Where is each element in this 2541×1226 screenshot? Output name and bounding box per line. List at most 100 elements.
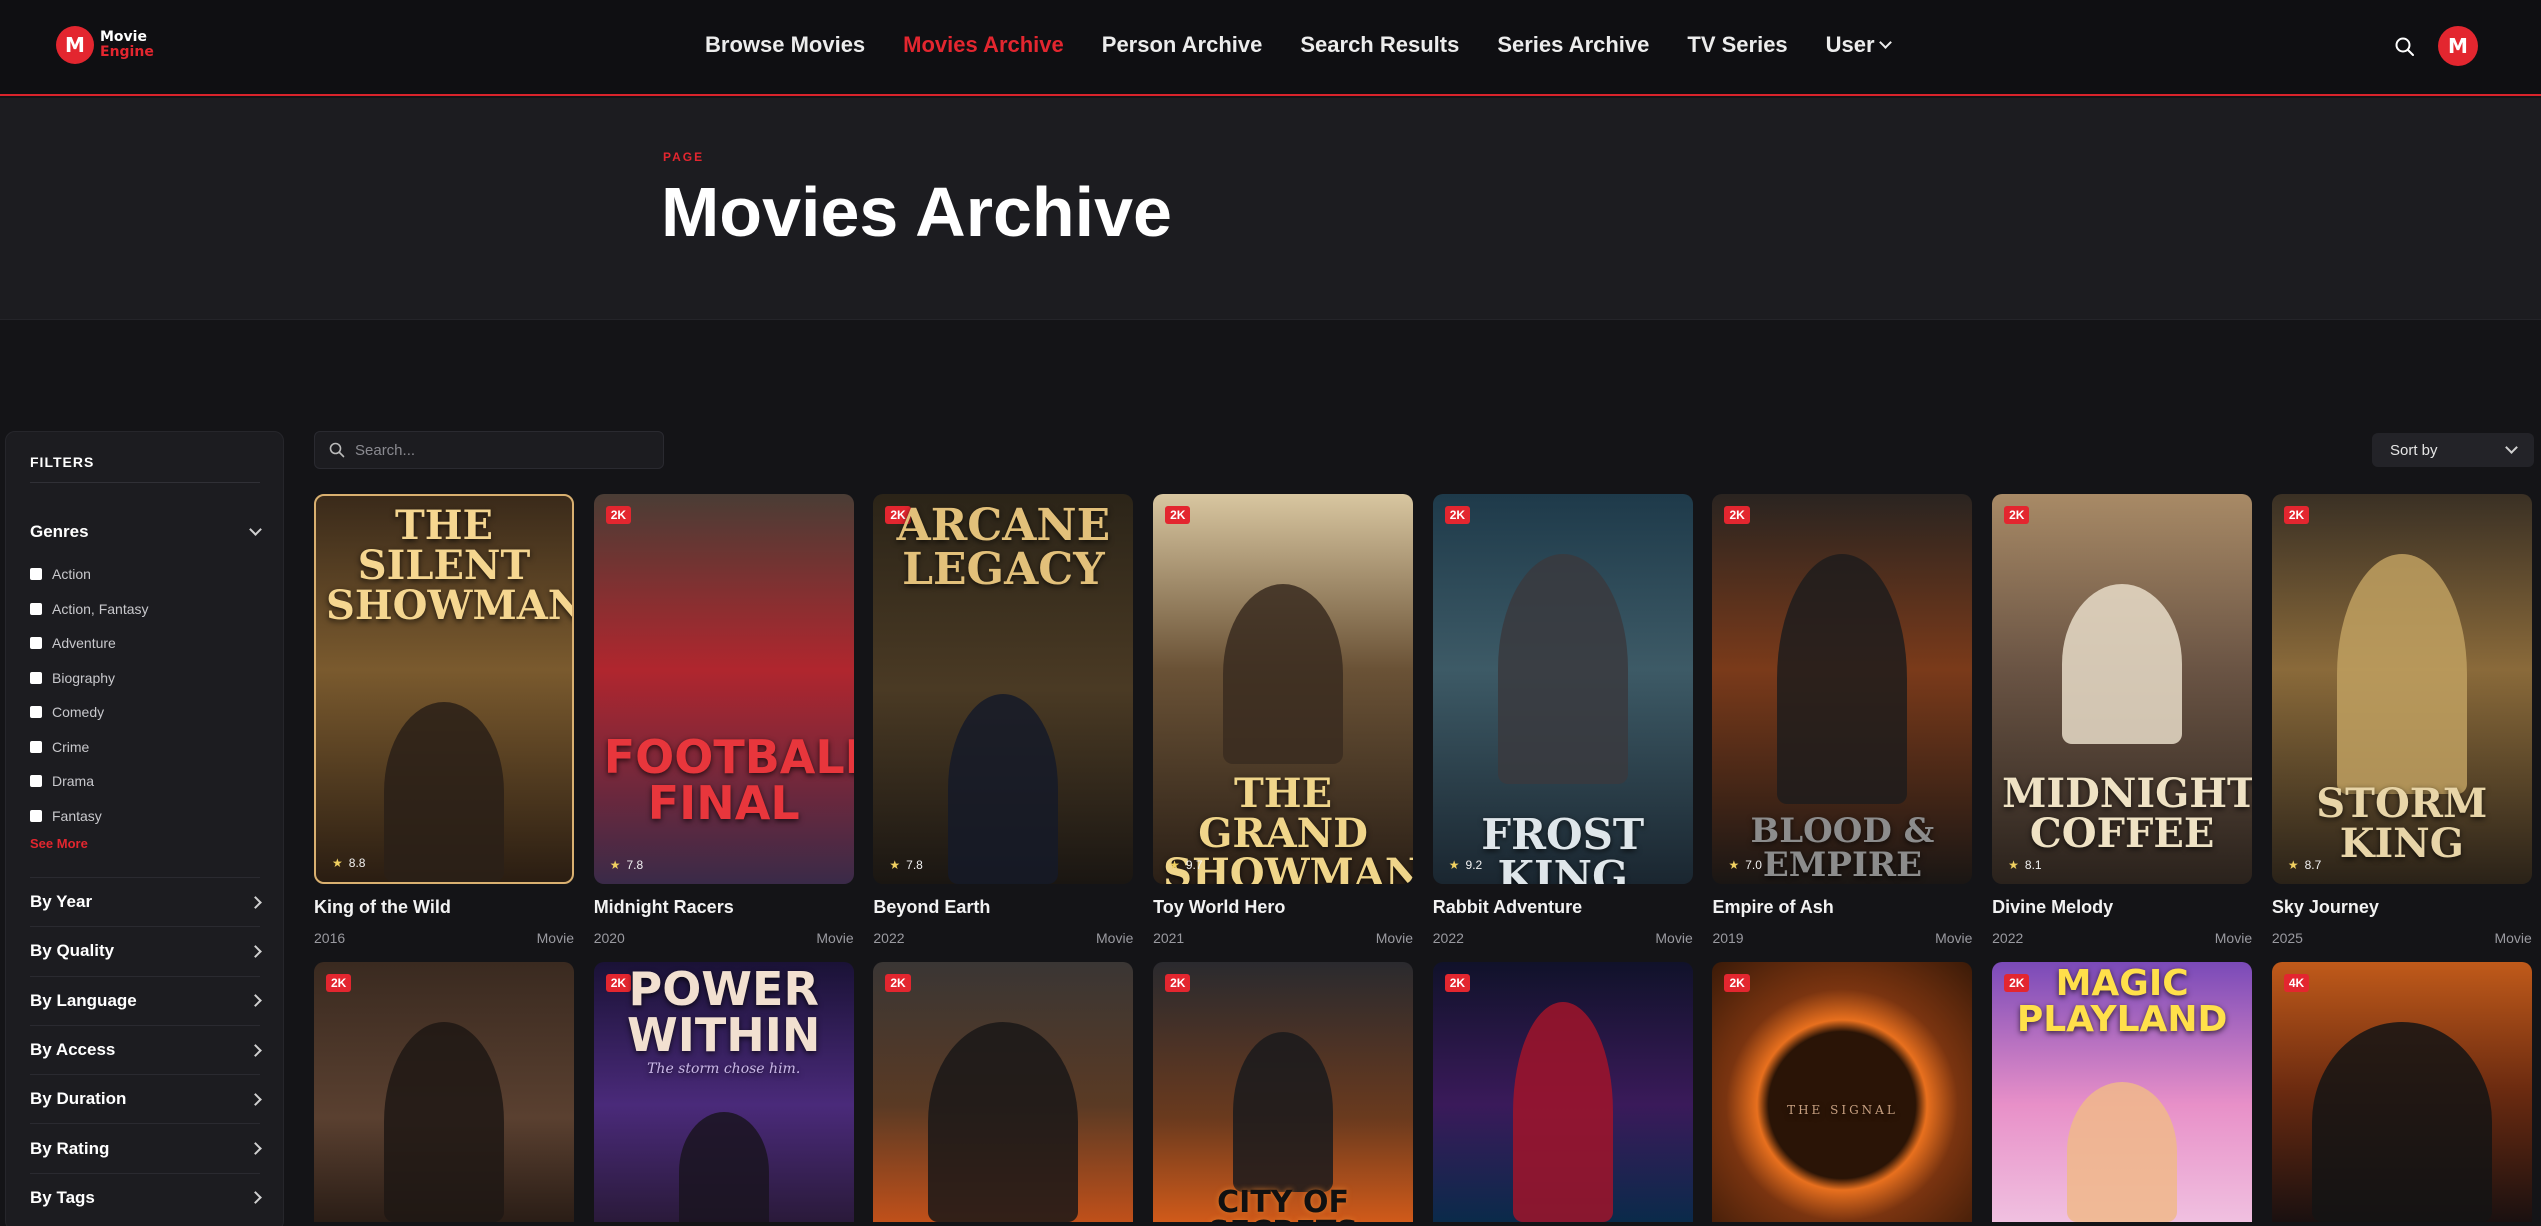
chevron-right-icon [249, 945, 262, 958]
nav-search-results[interactable]: Search Results [1300, 32, 1459, 58]
site-logo[interactable]: M Movie Engine [56, 26, 154, 64]
movie-card[interactable]: 2K STORM KING ★ 8.7 Sky Journey 2025 Movie [2271, 494, 2532, 946]
nav-tv-series[interactable]: TV Series [1687, 32, 1787, 58]
user-avatar[interactable]: M [2438, 26, 2478, 66]
poster-figure [384, 1022, 504, 1222]
chevron-right-icon [249, 1191, 262, 1205]
movie-meta: 2019 Movie [1712, 930, 1972, 946]
chevron-down-icon [2505, 441, 2518, 454]
checkbox[interactable] [30, 637, 42, 650]
sort-by-dropdown[interactable]: Sort by [2372, 433, 2534, 467]
movie-poster[interactable]: THE SILENT SHOWMAN ★ 8.8 [314, 494, 574, 884]
checkbox[interactable] [30, 706, 42, 719]
filter-by-year[interactable]: By Year [30, 877, 262, 926]
filter-by-duration[interactable]: By Duration [30, 1074, 262, 1123]
movie-poster[interactable]: 4K [2271, 962, 2532, 1222]
chevron-right-icon [249, 1142, 262, 1155]
movie-year: 2025 [2271, 930, 2303, 946]
movie-poster[interactable]: 2K THE GRAND SHOWMAN ★ 9.7 [1153, 494, 1414, 884]
movie-card[interactable]: 2K FOOTBALL FINAL ★ 7.8 Midnight Racers 2… [593, 494, 854, 946]
movie-poster[interactable]: 2K MAGIC PLAYLAND [1992, 962, 2253, 1222]
poster-title-text: ARCANE LEGACY [896, 500, 1111, 595]
movie-card[interactable]: 2K MIDNIGHT COFFEE ★ 8.1 Divine Melody 20… [1992, 494, 2253, 946]
genre-option-crime[interactable]: Crime [30, 730, 149, 765]
movie-card[interactable]: 2K BLOOD & EMPIRE ★ 7.0 Empire of Ash 201… [1712, 494, 1973, 946]
nav-browse-movies[interactable]: Browse Movies [705, 32, 865, 58]
filter-by-access[interactable]: By Access [30, 1024, 262, 1074]
movie-poster[interactable]: 2K STORM KING ★ 8.7 [2271, 494, 2532, 884]
movie-poster[interactable]: 2K CITY OF SECRETS [1153, 962, 1414, 1222]
checkbox[interactable] [30, 568, 42, 581]
genre-option-adventure[interactable]: Adventure [30, 626, 149, 661]
filters-title: FILTERS [30, 454, 95, 470]
quality-badge: 2K [1444, 974, 1471, 992]
movie-poster[interactable]: 2K FROST KING ★ 9.2 [1432, 494, 1693, 885]
movie-title[interactable]: Beyond Earth [873, 897, 1133, 918]
filter-by-rating[interactable]: By Rating [30, 1123, 262, 1172]
movie-card[interactable]: 2K [314, 962, 574, 1222]
see-more-genres-link[interactable]: See More [30, 836, 88, 851]
movie-poster[interactable]: 2K [314, 962, 574, 1222]
movie-poster[interactable]: 2K [873, 962, 1134, 1222]
movie-title[interactable]: Midnight Racers [594, 897, 854, 918]
page-title: Movies Archive [661, 173, 1172, 251]
rating-badge: ★ 9.7 [1169, 858, 1203, 872]
poster-figure [928, 1022, 1079, 1222]
movie-card[interactable]: 4K [2271, 962, 2532, 1222]
genre-option-biography[interactable]: Biography [30, 661, 149, 696]
movie-card[interactable]: 2K MAGIC PLAYLAND [1992, 962, 2253, 1222]
movie-year: 2016 [314, 930, 346, 946]
movie-title[interactable]: Rabbit Adventure [1433, 897, 1693, 918]
movie-card[interactable]: 2K CITY OF SECRETS [1153, 962, 1414, 1222]
movie-poster[interactable]: 2K THE SIGNAL [1712, 962, 1973, 1222]
movie-card[interactable]: THE SILENT SHOWMAN ★ 8.8 King of the Wild… [314, 494, 574, 946]
movie-title[interactable]: Divine Melody [1992, 897, 2252, 918]
movie-poster[interactable]: 2K [1432, 962, 1693, 1222]
checkbox[interactable] [30, 602, 42, 615]
movie-card[interactable]: 2K THE SIGNAL [1712, 962, 1973, 1222]
checkbox[interactable] [30, 740, 42, 753]
genre-option-action[interactable]: Action [30, 557, 149, 592]
movie-poster[interactable]: 2K ARCANE LEGACY ★ 7.8 [873, 494, 1134, 884]
checkbox[interactable] [30, 809, 42, 822]
checkbox[interactable] [30, 775, 42, 788]
movie-card[interactable]: 2K FROST KING ★ 9.2 Rabbit Adventure 2022… [1432, 494, 1693, 946]
movie-title[interactable]: Empire of Ash [1712, 897, 1972, 918]
movie-title[interactable]: Sky Journey [2272, 897, 2532, 918]
movie-card[interactable]: 2K ARCANE LEGACY ★ 7.8 Beyond Earth 2022 M… [873, 494, 1134, 946]
movie-poster[interactable]: 2K POWER WITHIN The storm chose him. [593, 962, 854, 1222]
search-input[interactable] [355, 441, 645, 459]
genre-option-comedy[interactable]: Comedy [30, 695, 149, 730]
nav-movies-archive[interactable]: Movies Archive [903, 32, 1064, 58]
filter-by-tags[interactable]: By Tags [30, 1172, 262, 1222]
movie-poster[interactable]: 2K MIDNIGHT COFFEE ★ 8.1 [1992, 494, 2253, 884]
star-icon: ★ [889, 858, 901, 872]
genres-toggle[interactable]: Genres [30, 522, 262, 542]
logo-wordmark: Movie Engine [100, 30, 154, 60]
movie-type: Movie [1935, 930, 1973, 946]
movie-card[interactable]: 2K POWER WITHIN The storm chose him. [593, 962, 854, 1222]
genre-option-drama[interactable]: Drama [30, 764, 149, 799]
movie-poster[interactable]: 2K BLOOD & EMPIRE ★ 7.0 [1712, 494, 1973, 884]
search-icon[interactable] [2394, 36, 2416, 58]
genre-option-action-fantasy[interactable]: Action, Fantasy [30, 592, 149, 627]
movie-poster[interactable]: 2K FOOTBALL FINAL ★ 7.8 [593, 494, 854, 884]
movie-type: Movie [816, 930, 854, 946]
filter-by-language[interactable]: By Language [30, 975, 262, 1025]
genre-option-fantasy[interactable]: Fantasy [30, 799, 149, 834]
movie-meta: 2022 Movie [1992, 930, 2252, 946]
movie-card[interactable]: 2K [873, 962, 1134, 1222]
movie-type: Movie [2494, 930, 2532, 946]
nav-user-dropdown[interactable]: User [1826, 32, 1892, 58]
nav-person-archive[interactable]: Person Archive [1102, 32, 1263, 58]
filter-by-quality[interactable]: By Quality [30, 926, 262, 975]
movie-title[interactable]: Toy World Hero [1153, 897, 1413, 918]
movie-card[interactable]: 2K THE GRAND SHOWMAN ★ 9.7 Toy World Hero… [1153, 494, 1414, 946]
movie-meta: 2022 Movie [873, 930, 1133, 946]
movie-meta: 2020 Movie [594, 930, 854, 946]
poster-title-text: FROST KING [1481, 810, 1645, 885]
movie-title[interactable]: King of the Wild [314, 897, 574, 918]
nav-series-archive[interactable]: Series Archive [1497, 32, 1649, 58]
checkbox[interactable] [30, 671, 42, 684]
movie-card[interactable]: 2K [1432, 962, 1693, 1222]
